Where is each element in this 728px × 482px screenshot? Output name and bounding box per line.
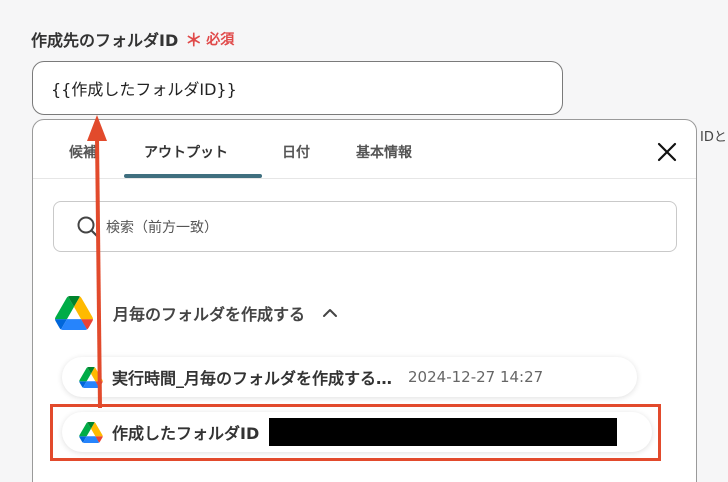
variable-picker-panel: 候補 アウトプット 日付 基本情報 検索（前方一致） 月毎のフォルダを作成する … [32,119,697,482]
folder-id-input[interactable]: {{作成したフォルダID}} [32,61,563,115]
google-drive-icon [55,296,93,330]
tab-basic-info[interactable]: 基本情報 [356,142,412,162]
output-item-label: 作成したフォルダID [112,424,260,443]
field-label-text: 作成先のフォルダID [31,30,179,50]
chevron-up-icon[interactable] [321,304,339,322]
group-title: 月毎のフォルダを作成する [113,305,306,324]
tab-date[interactable]: 日付 [282,142,310,162]
output-item-value: 2024-12-27 14:27 [408,368,544,386]
required-asterisk: ＊ [185,31,203,51]
page: 作成先のフォルダID ＊ 必須 {{作成したフォルダID}} IDと 候補 アウ… [0,0,728,482]
search-box [53,201,677,253]
active-tab-indicator [124,174,262,178]
search-input[interactable] [104,202,668,253]
folder-id-input-value: {{作成したフォルダID}} [51,80,237,99]
tab-candidates[interactable]: 候補 [69,142,97,162]
output-item-execution-time[interactable]: 実行時間_月毎のフォルダを作成する… 2024-12-27 14:27 [62,357,637,397]
output-item-label: 実行時間_月毎のフォルダを作成する… [112,369,393,388]
redacted-value [269,418,618,446]
background-peek-text: IDと [700,130,727,145]
group-header-monthly-folder[interactable]: 月毎のフォルダを作成する [55,293,339,333]
required-text: 必須 [206,31,235,48]
output-item-created-folder-id[interactable]: 作成したフォルダID [62,412,652,452]
search-icon [77,216,100,239]
google-drive-icon [79,421,103,443]
tab-bar: 候補 アウトプット 日付 基本情報 [33,120,696,179]
close-icon[interactable] [655,140,679,164]
tab-output[interactable]: アウトプット [144,142,228,162]
google-drive-icon [79,366,103,388]
field-label: 作成先のフォルダID ＊ 必須 [31,26,235,52]
